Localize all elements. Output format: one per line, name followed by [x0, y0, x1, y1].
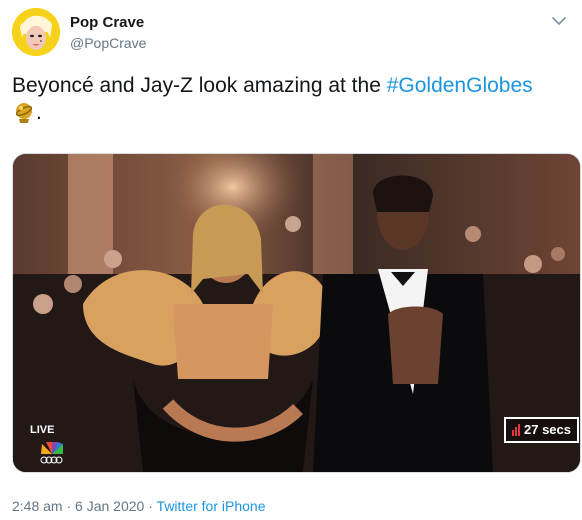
hashtag-link[interactable]: #GoldenGlobes [387, 74, 533, 97]
tweet-date[interactable]: 6 Jan 2020 [75, 498, 144, 514]
media-photo [13, 154, 580, 472]
live-badge: LIVE [30, 424, 55, 436]
tweet-text-body: Beyoncé and Jay-Z look amazing at the [12, 74, 387, 97]
author-handle[interactable]: @PopCrave [70, 35, 146, 51]
tweet-metadata: 2:48 am · 6 Jan 2020 · Twitter for iPhon… [12, 498, 265, 514]
tweet-source-link[interactable]: Twitter for iPhone [157, 498, 266, 514]
timer-text: 27 secs [524, 422, 571, 437]
tweet-time[interactable]: 2:48 am [12, 498, 63, 514]
chevron-down-icon[interactable] [550, 12, 568, 30]
separator: · [144, 498, 157, 514]
tweet-card: Pop Crave @PopCrave Beyoncé and Jay-Z lo… [0, 0, 582, 520]
avatar-portrait-icon [12, 8, 60, 56]
timer-badge: 27 secs [504, 417, 579, 443]
tweet-text: Beyoncé and Jay-Z look amazing at the #G… [12, 72, 572, 126]
avatar[interactable] [12, 8, 60, 56]
signal-bars-icon [512, 424, 520, 436]
tweet-media-image[interactable] [12, 153, 581, 473]
separator: · [62, 498, 76, 514]
author-display-name[interactable]: Pop Crave [70, 14, 144, 31]
golden-globe-emoji-icon [15, 103, 33, 123]
tweet-text-suffix: . [36, 101, 42, 124]
nbc-peacock-icon [40, 442, 63, 464]
